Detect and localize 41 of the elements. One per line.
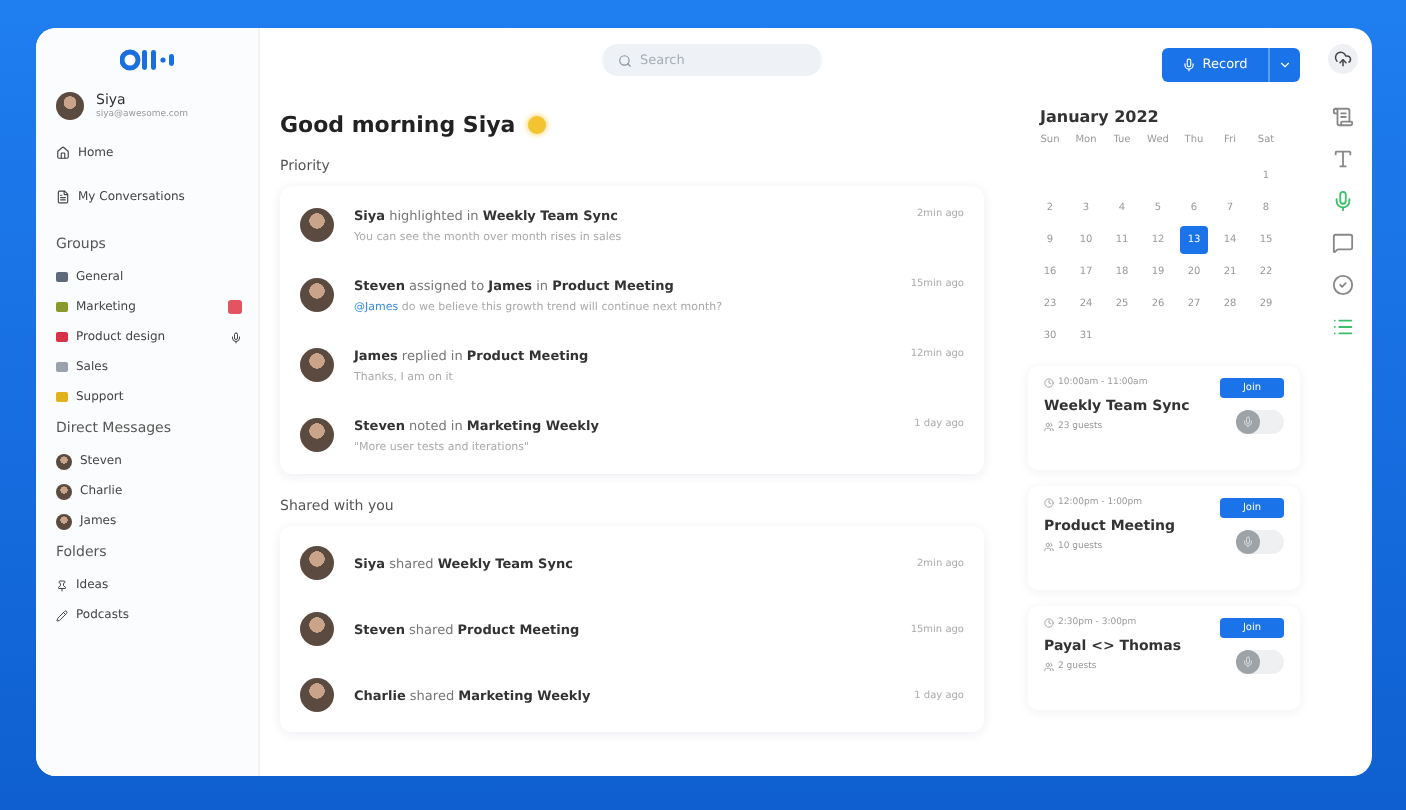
- alert-badge: [228, 300, 242, 314]
- avatar: [300, 546, 334, 580]
- microphone-icon: [230, 331, 242, 343]
- sun-icon: [527, 116, 546, 134]
- record-dropdown-button[interactable]: [1268, 47, 1300, 81]
- people-icon: [1044, 662, 1054, 672]
- caret-icon: [1278, 57, 1292, 71]
- pin-icon: [56, 579, 68, 591]
- microphone-icon: [1182, 57, 1197, 71]
- avatar: [300, 418, 334, 452]
- microphone-icon: [1242, 656, 1254, 668]
- clock-icon: [1044, 618, 1054, 628]
- text-icon[interactable]: [1331, 148, 1353, 170]
- microphone-icon: [1242, 536, 1254, 548]
- cloud-upload-button[interactable]: [1327, 44, 1357, 74]
- logo-icon: [119, 48, 179, 72]
- calendar-title: January 2022: [1040, 108, 1161, 126]
- greeting-title: Good morning Siya: [280, 112, 516, 138]
- microphone-icon[interactable]: [1331, 190, 1353, 212]
- avatar: [300, 678, 334, 712]
- microphone-toggle[interactable]: [1236, 530, 1284, 554]
- document-icon: [56, 189, 70, 203]
- document-icon[interactable]: [1331, 106, 1353, 128]
- people-icon: [1044, 422, 1054, 432]
- avatar: [300, 348, 334, 382]
- comment-icon[interactable]: [1331, 232, 1353, 254]
- home-icon: [56, 145, 70, 159]
- microphone-toggle[interactable]: [1236, 410, 1284, 434]
- avatar: [300, 208, 334, 242]
- check-circle-icon[interactable]: [1331, 274, 1353, 296]
- clock-icon: [1044, 378, 1054, 388]
- cloud-upload-icon: [1333, 50, 1351, 68]
- avatar: [56, 92, 84, 120]
- microphone-toggle[interactable]: [1236, 650, 1284, 674]
- avatar: [300, 278, 334, 312]
- clock-icon: [1044, 498, 1054, 508]
- search-icon: [618, 53, 632, 67]
- microphone-icon: [1242, 416, 1254, 428]
- people-icon: [1044, 542, 1054, 552]
- pencil-icon: [56, 609, 68, 621]
- avatar: [300, 612, 334, 646]
